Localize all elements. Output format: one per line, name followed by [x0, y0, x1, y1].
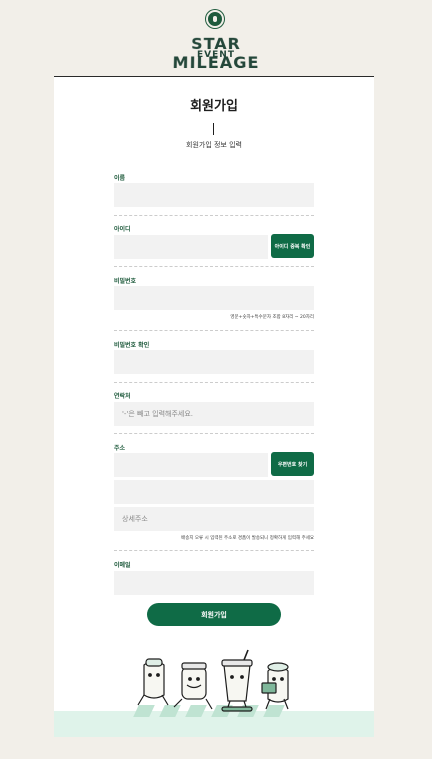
password-confirm-input[interactable] [114, 350, 314, 374]
password-input[interactable] [114, 286, 314, 310]
id-input[interactable] [114, 235, 268, 259]
divider [114, 382, 314, 383]
id-check-button[interactable]: 아이디 중복 확인 [271, 234, 314, 258]
phone-input[interactable] [114, 402, 314, 426]
signup-card: 회원가입 회원가입 정보 입력 이름 아이디 아이디 중복 확인 비밀번호 영문… [54, 76, 374, 737]
email-label: 이메일 [114, 562, 131, 569]
cup-character-illustration [137, 649, 289, 712]
divider [114, 550, 314, 551]
divider [114, 215, 314, 216]
divider [114, 330, 314, 331]
signup-submit-button[interactable]: 회원가입 [147, 603, 281, 626]
password-hint: 영문+숫자+특수문자 조합 8자리 ~ 20자리 [230, 315, 314, 320]
postcode-search-button[interactable]: 우편번호 찾기 [271, 452, 314, 476]
phone-label: 연락처 [114, 393, 131, 400]
event-subtitle: EVENT [197, 50, 235, 60]
email-input[interactable] [114, 571, 314, 595]
password-confirm-label: 비밀번호 확인 [114, 342, 150, 349]
password-label: 비밀번호 [114, 278, 137, 285]
title-divider [213, 123, 214, 135]
page-subtitle: 회원가입 정보 입력 [186, 141, 242, 149]
name-label: 이름 [114, 175, 126, 182]
id-label: 아이디 [114, 226, 131, 233]
address-label: 주소 [114, 445, 126, 452]
name-input[interactable] [114, 183, 314, 207]
address-input[interactable] [114, 480, 314, 504]
starbucks-logo-icon [206, 10, 224, 28]
postcode-input[interactable] [114, 453, 268, 477]
divider [114, 433, 314, 434]
address-hint: 배송지 오류 시 입력된 주소로 경품이 발송되니 정확하게 입력해 주세요 [181, 536, 314, 541]
divider [114, 266, 314, 267]
event-header: STAR MILEAGE EVENT [0, 0, 432, 76]
address-detail-input[interactable] [114, 507, 314, 531]
page-title: 회원가입 [190, 99, 238, 114]
